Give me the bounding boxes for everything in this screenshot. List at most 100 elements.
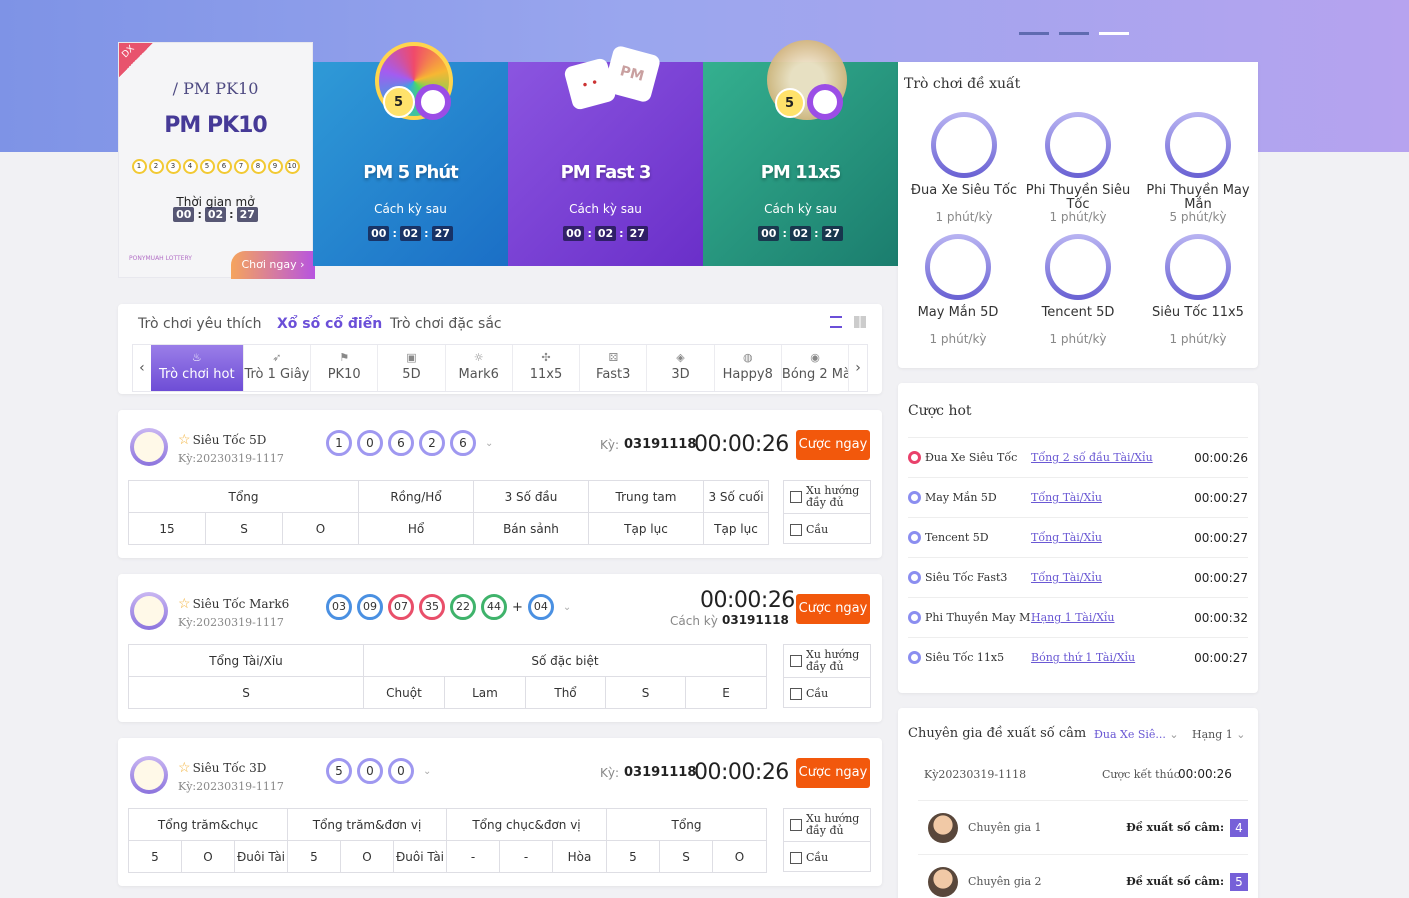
side-actions: Xu hướng đầy đủ Cầu [783, 808, 871, 872]
recommend-item[interactable]: Tencent 5D 1 phút/kỳ [1018, 234, 1138, 346]
full-trend-button[interactable]: Xu hướng đầy đủ [784, 645, 870, 677]
category-3d[interactable]: ◈ 3D [647, 345, 715, 391]
banner-card-5phut[interactable]: 5 PM 5 Phút Cách kỳ sau 00:02:27 [313, 42, 508, 266]
number-ball: 3 [165, 159, 181, 174]
bet-now-button[interactable]: Cược ngay [796, 430, 870, 460]
result-ball: 2 [419, 430, 445, 456]
category-pk10[interactable]: ⚑ PK10 [311, 345, 379, 391]
balls-illustration: 5 [751, 32, 851, 132]
chevron-down-icon[interactable]: ⌄ [485, 438, 493, 449]
carousel-dot-active[interactable] [1099, 32, 1129, 35]
recommend-item[interactable]: May Mắn 5D 1 phút/kỳ [898, 234, 1018, 346]
category-1s[interactable]: ➶ Trò 1 Giây [244, 345, 312, 391]
recommend-item[interactable]: Siêu Tốc 11x5 1 phút/kỳ [1138, 234, 1258, 346]
table-cell: Hòa [552, 840, 607, 873]
road-button[interactable]: Cầu [784, 841, 870, 873]
banner-card-11x5[interactable]: 5 PM 11x5 Cách kỳ sau 00:02:27 [703, 40, 898, 266]
chevron-down-icon[interactable]: ⌄ [423, 766, 431, 777]
category-mark6[interactable]: ☼ Mark6 [446, 345, 513, 391]
result-ball: 5 [326, 758, 352, 784]
hot-bet-row[interactable]: Siêu Tốc Fast3 Tổng Tài/Xỉu 00:00:27 [908, 557, 1248, 597]
chevron-down-icon[interactable]: ⌄ [563, 602, 571, 613]
dx-badge: DX [119, 43, 153, 77]
table-cell: O [340, 840, 394, 873]
result-ball: 03 [326, 594, 352, 620]
result-ball: 0 [357, 430, 383, 456]
banner-title: PM 11x5 [760, 162, 842, 183]
radio-icon[interactable] [908, 571, 921, 584]
hot-bet-row[interactable]: May Mắn 5D Tổng Tài/Xỉu 00:00:27 [908, 477, 1248, 517]
hot-bet-link[interactable]: Tổng Tài/Xỉu [1031, 571, 1183, 584]
bet-end-time: 00:00:26 [1178, 767, 1232, 781]
number-ball: 2 [148, 159, 164, 174]
hot-bet-link[interactable]: Tổng 2 số đầu Tài/Xỉu [1031, 451, 1183, 464]
chevron-right-icon[interactable]: › [849, 345, 867, 391]
number-ball: 4 [182, 159, 198, 174]
category-fast3[interactable]: ⚄ Fast3 [580, 345, 648, 391]
table-header: 3 Số đầu [473, 480, 589, 513]
recommend-item[interactable]: Đua Xe Siêu Tốc 1 phút/kỳ [904, 112, 1024, 224]
category-happy8[interactable]: ◍ Happy8 [715, 345, 782, 391]
full-trend-button[interactable]: Xu hướng đầy đủ [784, 481, 870, 513]
radio-icon[interactable] [908, 451, 921, 464]
hot-game-name: Siêu Tốc 11x5 [925, 651, 1005, 664]
hot-bet-row[interactable]: Siêu Tốc 11x5 Bóng thứ 1 Tài/Xỉu 00:00:2… [908, 637, 1248, 677]
star-icon[interactable]: ☆ [178, 596, 191, 612]
result-balls: 5 0 0 ⌄ [326, 758, 431, 784]
star-icon[interactable]: ☆ [178, 432, 191, 448]
play-now-button[interactable]: Chơi ngay › [231, 251, 315, 279]
suggest-label: Đề xuất số câm: [1126, 821, 1224, 834]
category-ball[interactable]: ◉ Bóng 2 Mà [782, 345, 850, 391]
hot-bet-row[interactable]: Phi Thuyền May Mắn Hạng 1 Tài/Xỉu 00:00:… [908, 597, 1248, 637]
category-5d[interactable]: ▣ 5D [378, 345, 446, 391]
chevron-left-icon[interactable]: ‹ [133, 345, 151, 391]
game-period: 1 phút/kỳ [935, 210, 993, 224]
radio-icon[interactable] [908, 651, 921, 664]
full-trend-button[interactable]: Xu hướng đầy đủ [784, 809, 870, 841]
hot-game-name: Siêu Tốc Fast3 [925, 571, 1008, 584]
radio-icon[interactable] [908, 531, 921, 544]
recommend-item[interactable]: Phi Thuyền May Mắn 5 phút/kỳ [1138, 112, 1258, 224]
table-header: Tổng trăm&đơn vị [287, 808, 447, 841]
radio-icon[interactable] [908, 491, 921, 504]
category-hot[interactable]: ♨ Trò chơi hot [150, 345, 244, 391]
recommend-item[interactable]: Phi Thuyền Siêu Tốc 1 phút/kỳ [1018, 112, 1138, 224]
next-period-label: Cách kỳ sau [374, 202, 447, 216]
carousel-dot[interactable] [1059, 32, 1089, 35]
carousel-dot[interactable] [1019, 32, 1049, 35]
expert-row[interactable]: Chuyên gia 1 Đề xuất số câm: 4 [918, 800, 1248, 854]
radio-icon[interactable] [908, 611, 921, 624]
table-header: Tổng Tài/Xỉu [128, 644, 364, 677]
hot-game-name: Phi Thuyền May Mắn [925, 611, 1031, 624]
hot-bet-row[interactable]: Đua Xe Siêu Tốc Tổng 2 số đầu Tài/Xỉu 00… [908, 437, 1248, 477]
tab-special-games[interactable]: Trò chơi đặc sắc [390, 316, 502, 332]
banner-card-pk10[interactable]: DX / PM PK10 PM PK10 1 2 3 4 5 6 7 8 9 1… [118, 42, 315, 279]
game-name: May Mắn 5D [917, 305, 999, 320]
suggest-label: Đề xuất số câm: [1126, 875, 1224, 888]
bet-now-button[interactable]: Cược ngay [796, 594, 870, 624]
pinwheel-icon: ✣ [541, 351, 551, 364]
tab-favorites[interactable]: Trò chơi yêu thích [138, 316, 261, 332]
hot-game-name: Đua Xe Siêu Tốc [925, 451, 1018, 464]
category-11x5[interactable]: ✣ 11x5 [513, 345, 581, 391]
road-button[interactable]: Cầu [784, 677, 870, 709]
road-button[interactable]: Cầu [784, 513, 870, 545]
list-view-icon[interactable] [830, 316, 842, 328]
hot-bet-row[interactable]: Tencent 5D Tổng Tài/Xỉu 00:00:27 [908, 517, 1248, 557]
hot-bet-link[interactable]: Tổng Tài/Xỉu [1031, 491, 1183, 504]
hot-bet-link[interactable]: Tổng Tài/Xỉu [1031, 531, 1183, 544]
result-ball: 6 [450, 430, 476, 456]
rank-select[interactable]: Hạng 1 ⌄ [1192, 728, 1246, 741]
expert-row[interactable]: Chuyên gia 2 Đề xuất số câm: 5 [918, 854, 1248, 898]
bet-now-button[interactable]: Cược ngay [796, 758, 870, 788]
star-icon[interactable]: ☆ [178, 760, 191, 776]
game-select[interactable]: Đua Xe Siê... ⌄ [1094, 728, 1179, 741]
hot-bet-link[interactable]: Bóng thứ 1 Tài/Xỉu [1031, 651, 1183, 664]
grid-view-icon[interactable] [854, 316, 866, 328]
banner-card-fast3[interactable]: • • PM PM Fast 3 Cách kỳ sau 00:02:27 [508, 44, 703, 266]
period-label: Kỳ: [600, 766, 620, 780]
expert-name: Chuyên gia 2 [968, 875, 1042, 888]
tab-classic-lottery[interactable]: Xổ số cổ điển [277, 316, 382, 332]
carousel-indicators[interactable] [1019, 32, 1129, 35]
hot-bet-link[interactable]: Hạng 1 Tài/Xỉu [1031, 611, 1183, 624]
